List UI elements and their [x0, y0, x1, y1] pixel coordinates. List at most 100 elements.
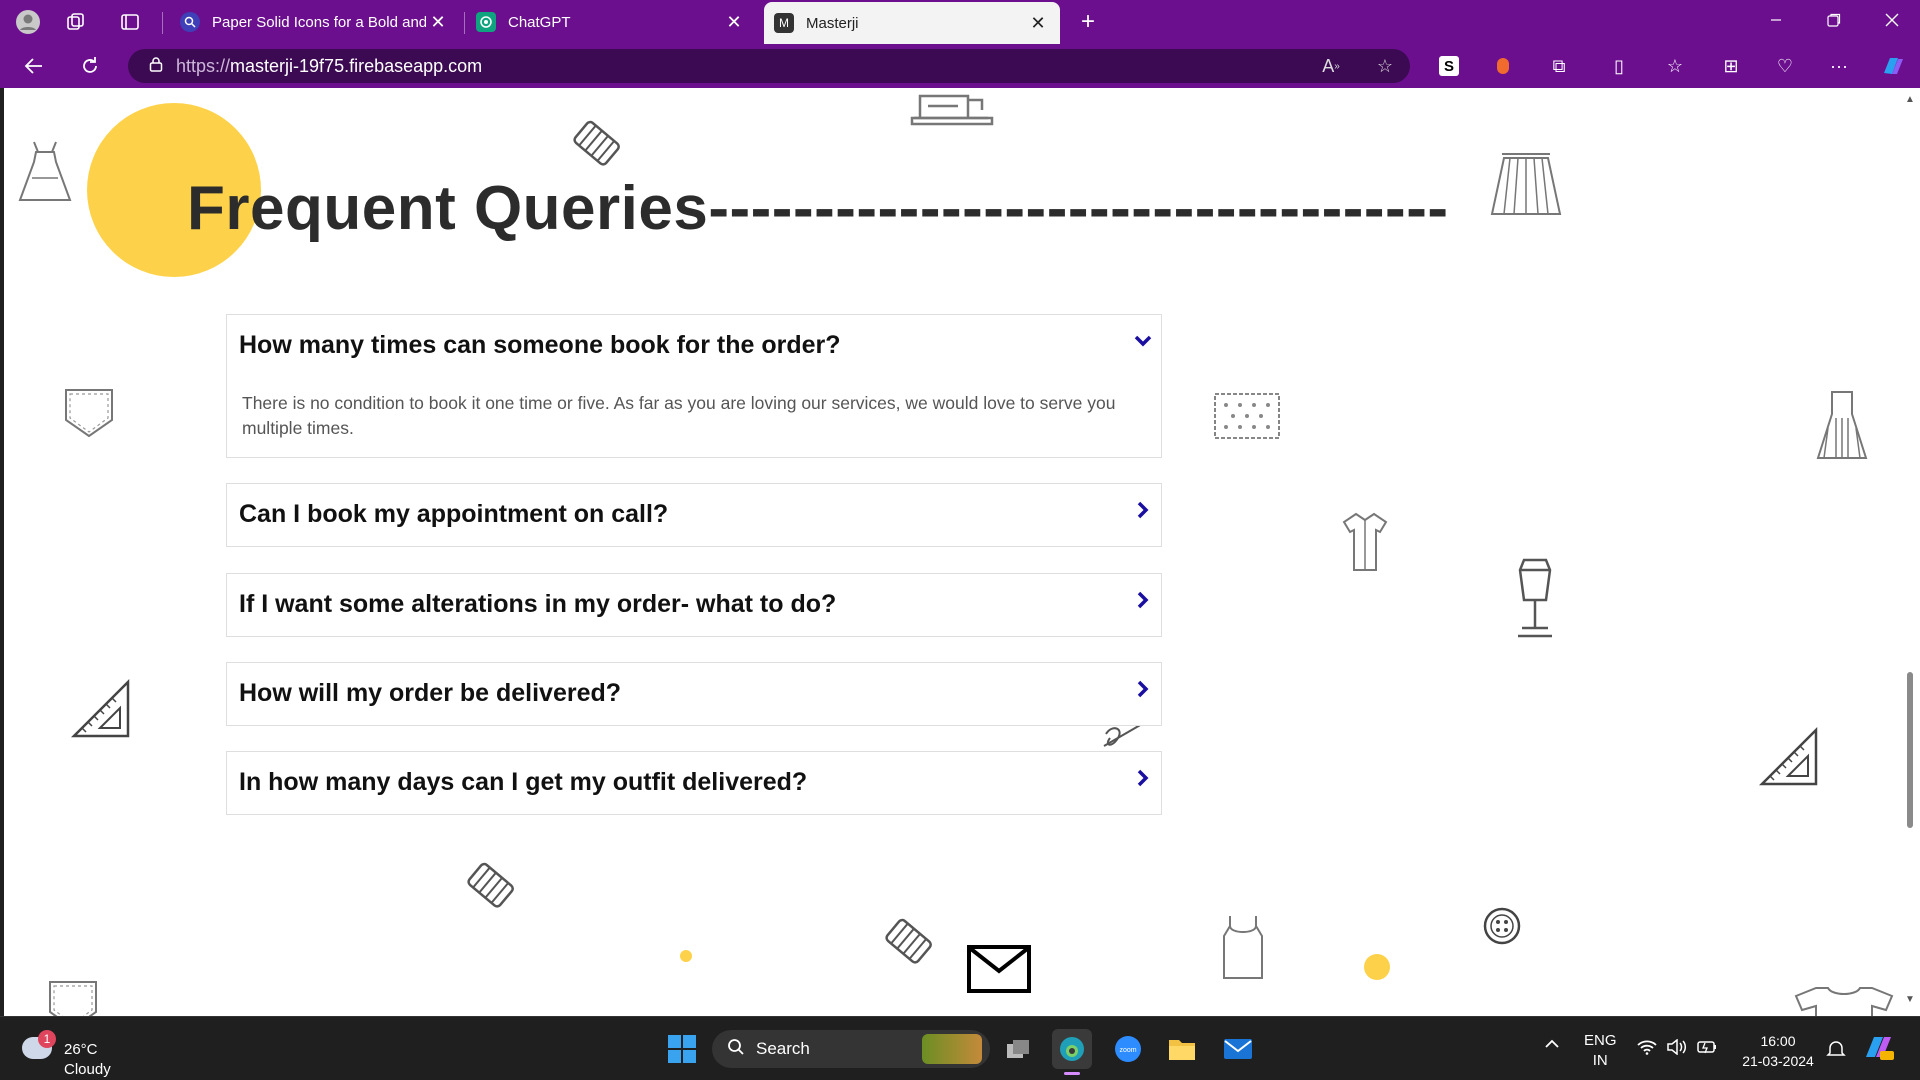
masterji-favicon-icon: M	[774, 13, 794, 33]
decor-dot	[680, 950, 692, 962]
faq-item-expanded[interactable]: How many times can someone book for the …	[226, 314, 1162, 458]
tab-actions-icon[interactable]	[114, 6, 146, 38]
more-menu-icon[interactable]: ···	[1824, 52, 1854, 80]
dress-icon	[14, 138, 76, 208]
split-screen-icon[interactable]: ▯	[1604, 52, 1634, 80]
copilot-icon[interactable]	[1878, 52, 1908, 80]
mannequin-icon	[1502, 556, 1568, 642]
frock-icon	[1814, 388, 1870, 464]
mail-icon[interactable]	[966, 944, 1032, 994]
battery-icon[interactable]	[1696, 1039, 1718, 1059]
chevron-right-icon[interactable]	[1133, 590, 1153, 610]
skirt-icon	[1488, 150, 1564, 222]
pocket-icon	[46, 978, 100, 1016]
extension-s-icon[interactable]: S	[1434, 52, 1464, 80]
scroll-up-icon[interactable]: ▲	[1904, 94, 1916, 105]
faq-item[interactable]: How will my order be delivered?	[226, 662, 1162, 726]
file-explorer-icon[interactable]	[1162, 1029, 1202, 1069]
page-scrollbar[interactable]: ▲ ▼	[1900, 88, 1920, 1016]
thread-spool-icon	[566, 116, 626, 172]
thread-spool-icon	[878, 914, 938, 970]
tab-paper-icons[interactable]: Paper Solid Icons for a Bold and ✕	[170, 4, 460, 40]
favorite-star-icon[interactable]: ☆	[1370, 52, 1400, 80]
faq-question[interactable]: Can I book my appointment on call?	[239, 500, 668, 529]
clock-time: 16:00	[1760, 1033, 1796, 1049]
chevron-right-icon[interactable]	[1133, 679, 1153, 699]
copilot-taskbar-icon[interactable]	[1862, 1033, 1894, 1065]
faq-question[interactable]: In how many days can I get my outfit del…	[239, 768, 807, 797]
close-tab-icon[interactable]: ✕	[426, 12, 450, 33]
search-highlight-icon	[922, 1034, 982, 1064]
faq-item[interactable]: If I want some alterations in my order- …	[226, 573, 1162, 637]
faq-item[interactable]: In how many days can I get my outfit del…	[226, 751, 1162, 815]
collections-icon[interactable]: ⊞	[1716, 52, 1746, 80]
close-window-icon[interactable]	[1864, 0, 1920, 40]
lock-icon[interactable]	[136, 56, 176, 77]
sewing-machine-icon	[908, 88, 996, 126]
faq-question[interactable]: How many times can someone book for the …	[239, 331, 841, 360]
profile-icon[interactable]	[12, 6, 44, 38]
set-square-ruler-icon	[1758, 726, 1820, 788]
zoom-app-icon[interactable]: zoom	[1108, 1029, 1148, 1069]
tab-title: Paper Solid Icons for a Bold and	[212, 13, 426, 31]
button-icon	[1482, 906, 1522, 946]
chevron-right-icon[interactable]	[1133, 500, 1153, 520]
tab-title: Masterji	[806, 14, 859, 32]
back-icon[interactable]	[16, 50, 52, 82]
windows-start-icon[interactable]	[662, 1029, 702, 1069]
url-text[interactable]: https://masterji-19f75.firebaseapp.com	[176, 56, 482, 77]
language-code: ENG	[1584, 1032, 1617, 1049]
notifications-icon[interactable]	[1826, 1039, 1846, 1063]
chatgpt-favicon-icon	[476, 12, 496, 32]
fabric-swatch-icon	[1212, 391, 1282, 441]
scroll-down-icon[interactable]: ▼	[1904, 994, 1916, 1005]
faq-item[interactable]: Can I book my appointment on call?	[226, 483, 1162, 547]
favorites-icon[interactable]: ☆	[1660, 52, 1690, 80]
taskbar-search[interactable]: Search	[712, 1030, 990, 1068]
close-tab-icon[interactable]: ✕	[722, 12, 746, 33]
scrollbar-thumb[interactable]	[1907, 672, 1913, 828]
volume-icon[interactable]	[1666, 1038, 1688, 1059]
extension-orange-icon[interactable]	[1488, 52, 1518, 80]
language-indicator[interactable]: ENG IN	[1584, 1031, 1617, 1071]
search-label: Search	[756, 1039, 810, 1058]
shirt-icon	[1340, 510, 1390, 576]
faq-answer: There is no condition to book it one tim…	[242, 393, 1116, 438]
wifi-icon[interactable]	[1636, 1039, 1658, 1059]
read-aloud-icon[interactable]: A»	[1316, 52, 1346, 80]
chevron-right-icon[interactable]	[1133, 768, 1153, 788]
temperature: 26°C	[64, 1041, 98, 1058]
title-bar: Paper Solid Icons for a Bold and ✕ ChatG…	[0, 0, 1920, 44]
region-code: IN	[1592, 1052, 1608, 1069]
tab-title: ChatGPT	[508, 13, 571, 31]
set-square-ruler-icon	[70, 678, 132, 740]
pocket-icon	[62, 386, 116, 440]
chevron-down-icon[interactable]	[1133, 331, 1153, 351]
new-tab-icon[interactable]: +	[1072, 6, 1104, 38]
taskbar: 1 26°C Cloudy Search zoom ENG IN 16:00 2…	[0, 1016, 1920, 1080]
weather-widget[interactable]: 1 26°C Cloudy	[20, 1027, 130, 1078]
workspaces-icon[interactable]	[60, 6, 92, 38]
refresh-icon[interactable]	[72, 50, 108, 82]
close-tab-icon[interactable]: ✕	[1026, 13, 1050, 34]
extensions-icon[interactable]: ⧉	[1544, 52, 1574, 80]
address-toolbar: https://masterji-19f75.firebaseapp.com A…	[0, 44, 1920, 88]
search-icon	[716, 1038, 756, 1061]
faq-question[interactable]: How will my order be delivered?	[239, 679, 621, 708]
mail-app-icon[interactable]	[1218, 1029, 1258, 1069]
svg-text:zoom: zoom	[1119, 1047, 1136, 1054]
system-clock[interactable]: 16:00 21-03-2024	[1738, 1031, 1818, 1071]
tab-masterji[interactable]: M Masterji ✕	[764, 2, 1060, 44]
browser-essentials-icon[interactable]: ♡	[1770, 52, 1800, 80]
restore-icon[interactable]	[1806, 0, 1862, 40]
task-view-icon[interactable]	[998, 1029, 1038, 1069]
edge-browser-icon[interactable]	[1052, 1029, 1092, 1075]
address-bar[interactable]: https://masterji-19f75.firebaseapp.com A…	[128, 49, 1410, 83]
tshirt-icon	[1792, 984, 1896, 1016]
show-hidden-icons-icon[interactable]	[1544, 1037, 1560, 1054]
minimize-icon[interactable]	[1748, 0, 1804, 40]
weather-condition: Cloudy	[64, 1061, 111, 1078]
thread-spool-icon	[460, 858, 520, 914]
faq-question[interactable]: If I want some alterations in my order- …	[239, 590, 836, 619]
tab-chatgpt[interactable]: ChatGPT ✕	[466, 4, 756, 40]
